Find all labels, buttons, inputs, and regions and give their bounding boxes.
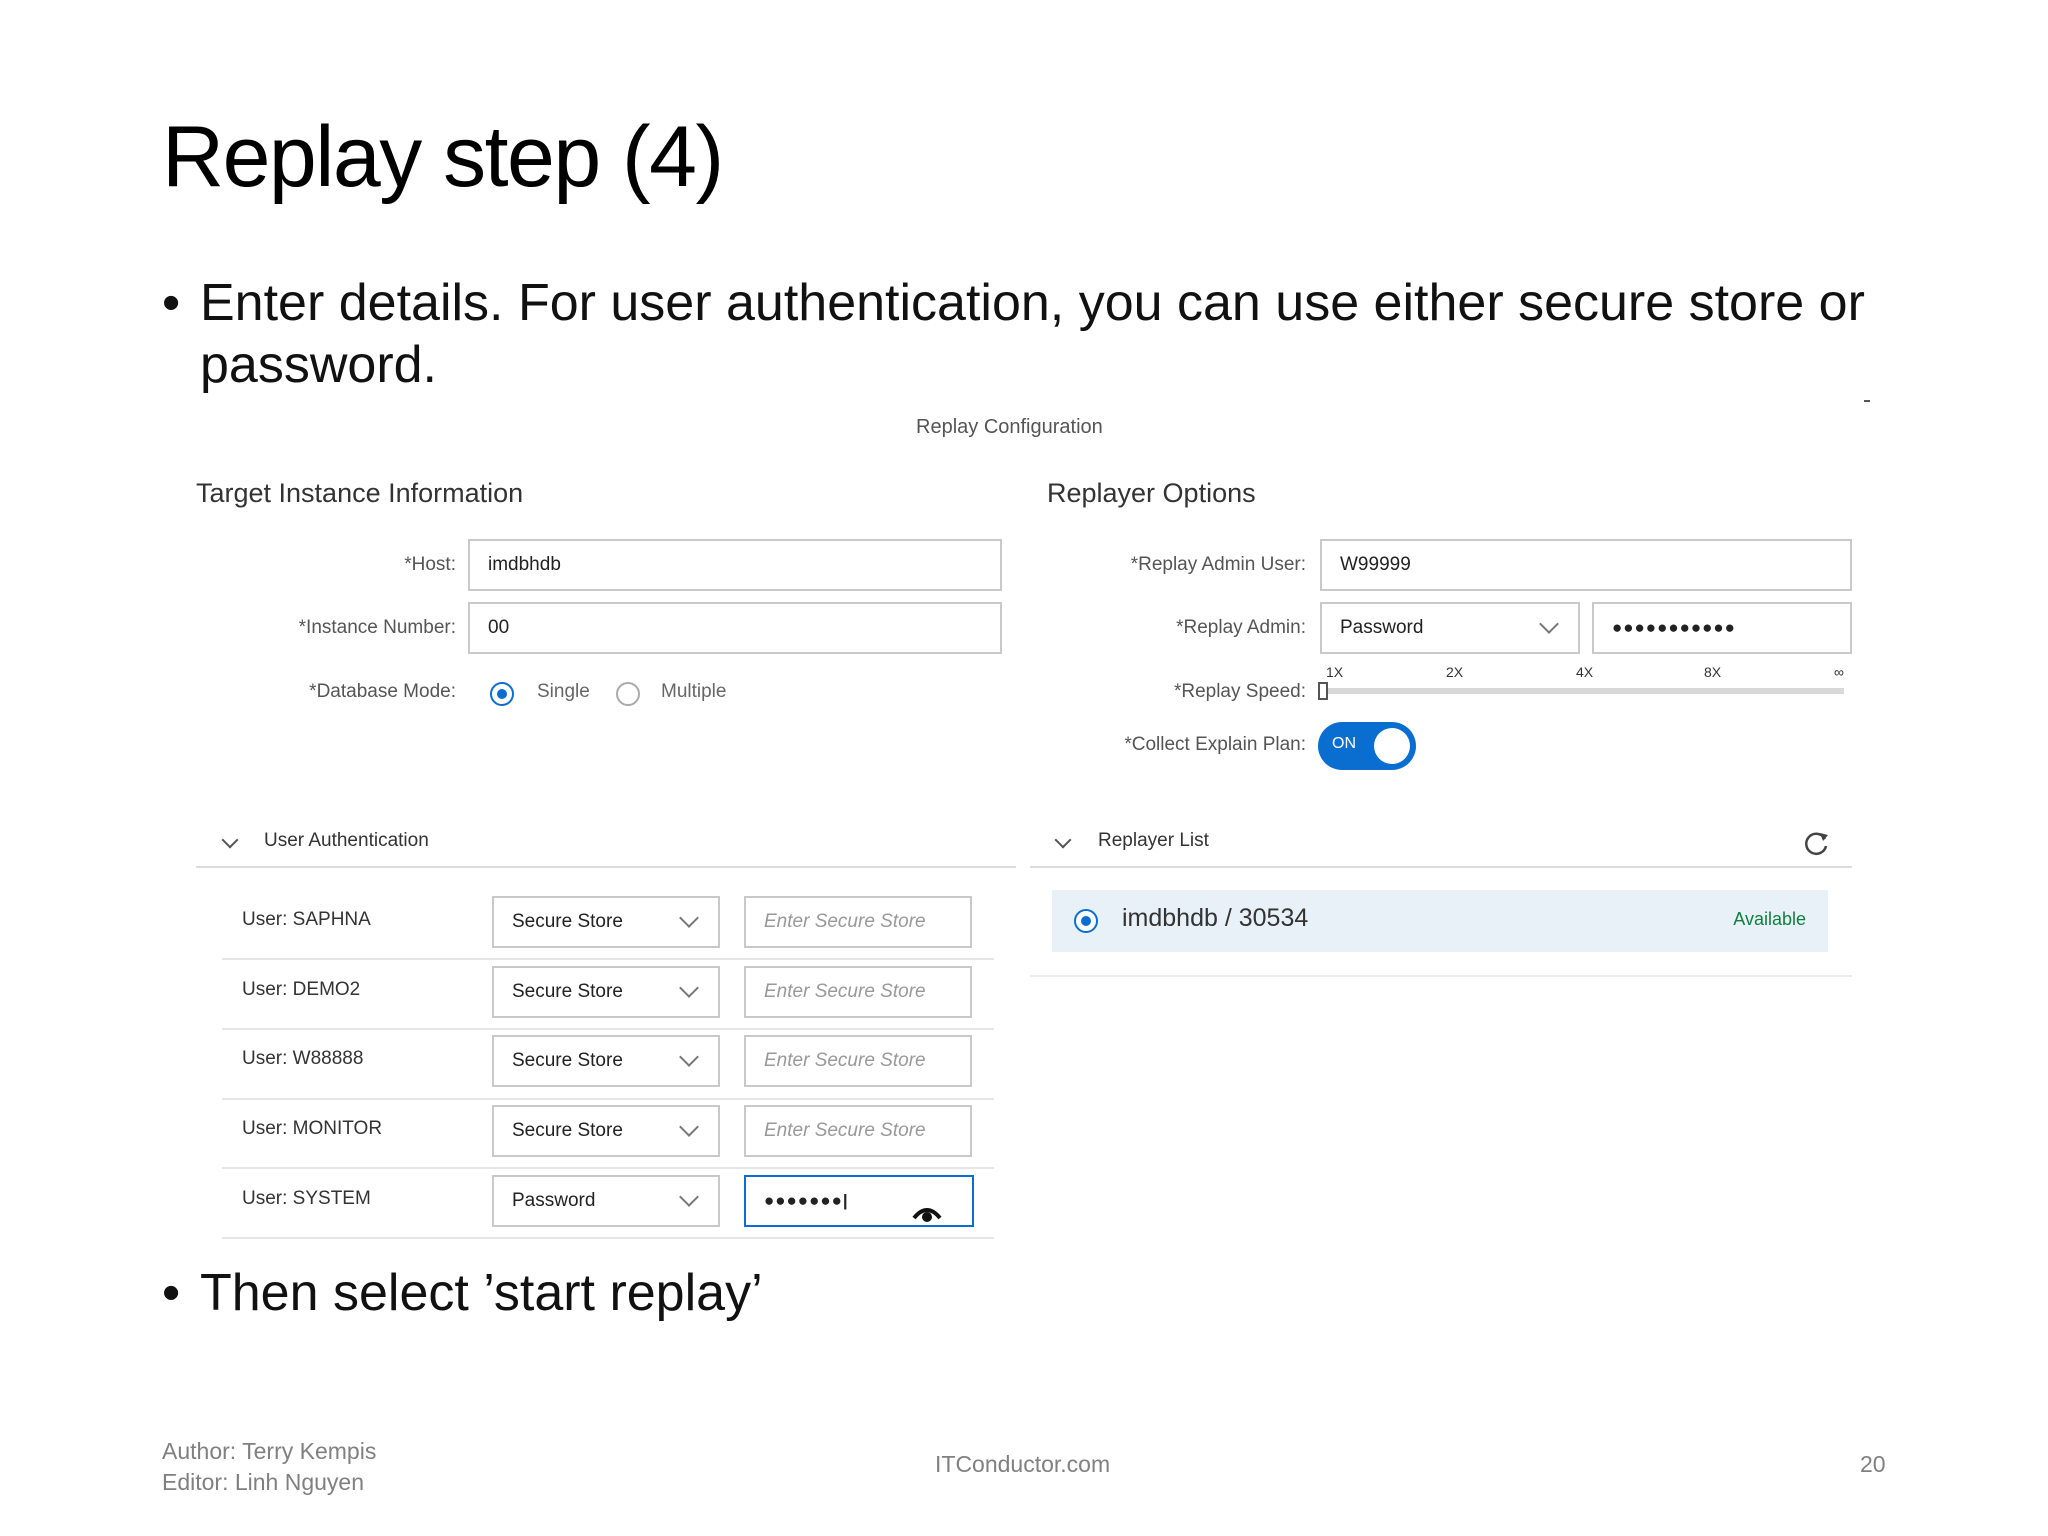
user-label: User: DEMO2 <box>242 979 361 1000</box>
auth-method-value: Secure Store <box>512 911 623 932</box>
show-password-eye-icon[interactable] <box>912 1193 942 1241</box>
footer-author: Author: Terry Kempis <box>162 1438 377 1464</box>
replayer-list-heading[interactable]: Replayer List <box>1098 830 1209 852</box>
replay-admin-label: *Replay Admin: <box>1176 617 1306 638</box>
speed-tick-infinity: ∞ <box>1834 664 1844 680</box>
toggle-knob <box>1374 728 1410 764</box>
divider <box>1030 866 1852 868</box>
secure-store-input[interactable]: Enter Secure Store <box>744 896 972 948</box>
decorative-dash <box>1864 400 1870 402</box>
collect-explain-plan-label: *Collect Explain Plan: <box>1124 734 1306 755</box>
replay-speed-label: *Replay Speed: <box>1173 681 1306 702</box>
replay-speed-slider-handle[interactable] <box>1318 682 1328 700</box>
speed-tick-2x: 2X <box>1446 664 1464 680</box>
speed-tick-4x: 4X <box>1576 664 1594 680</box>
row-divider <box>222 1167 994 1169</box>
replayer-list-collapse-icon[interactable] <box>1054 831 1072 849</box>
password-value: ●●●●●●●| <box>764 1191 849 1210</box>
chevron-down-icon <box>679 908 699 928</box>
auth-method-value: Secure Store <box>512 1120 623 1141</box>
chevron-down-icon <box>679 1187 699 1207</box>
replay-admin-type-select[interactable]: Password <box>1320 602 1580 654</box>
auth-method-select[interactable]: Secure Store <box>492 896 720 948</box>
secure-store-input[interactable]: Enter Secure Store <box>744 1105 972 1157</box>
replay-admin-user-label: *Replay Admin User: <box>1130 554 1306 575</box>
user-label: User: MONITOR <box>242 1118 383 1139</box>
mode-multiple-radio[interactable] <box>616 682 640 706</box>
row-divider <box>222 1098 994 1100</box>
row-divider <box>222 1028 994 1030</box>
bullet-dot: • <box>162 1264 181 1322</box>
replayer-options-heading: Replayer Options <box>1047 478 1256 508</box>
mode-multiple-label: Multiple <box>661 681 727 702</box>
refresh-icon[interactable] <box>1801 829 1831 864</box>
secure-store-input[interactable]: Enter Secure Store <box>744 1035 972 1087</box>
target-instance-heading: Target Instance Information <box>196 478 524 508</box>
page-number: 20 <box>1860 1451 1886 1477</box>
instance-number-input[interactable]: 00 <box>468 602 1002 654</box>
user-authentication-heading[interactable]: User Authentication <box>264 830 429 852</box>
speed-tick-1x: 1X <box>1326 664 1344 680</box>
row-divider <box>222 1237 994 1239</box>
bullet-text: Enter details. For user authentication, … <box>200 274 1865 394</box>
slide-title: Replay step (4) <box>162 109 724 205</box>
auth-method-select[interactable]: Secure Store <box>492 1105 720 1157</box>
bullet-text: Then select ’start replay’ <box>200 1264 763 1322</box>
replayer-status: Available <box>1733 909 1806 929</box>
host-input[interactable]: imdbhdb <box>468 539 1002 591</box>
toggle-state-label: ON <box>1332 735 1356 752</box>
mode-single-label: Single <box>537 681 590 702</box>
bullet-start-replay: • Then select ’start replay’ <box>162 1262 1922 1324</box>
replay-admin-user-input[interactable]: W99999 <box>1320 539 1852 591</box>
replay-speed-slider[interactable] <box>1322 688 1844 694</box>
auth-method-value: Secure Store <box>512 981 623 1002</box>
auth-method-value: Secure Store <box>512 1050 623 1071</box>
auth-method-select[interactable]: Secure Store <box>492 966 720 1018</box>
row-divider <box>222 958 994 960</box>
host-label: *Host: <box>404 554 456 575</box>
chevron-down-icon <box>1539 614 1559 634</box>
replayer-list-item[interactable]: imdbhdb / 30534 Available <box>1052 890 1828 952</box>
user-auth-collapse-icon[interactable] <box>221 831 239 849</box>
divider <box>196 866 1016 868</box>
speed-tick-8x: 8X <box>1704 664 1722 680</box>
chevron-down-icon <box>679 1117 699 1137</box>
divider <box>1030 975 1852 977</box>
mode-single-radio[interactable] <box>490 682 514 706</box>
bullet-enter-details: • Enter details. For user authentication… <box>162 272 1922 396</box>
user-label: User: SYSTEM <box>242 1188 371 1209</box>
chevron-down-icon <box>679 1047 699 1067</box>
user-label: User: SAPHNA <box>242 909 371 930</box>
replayer-name: imdbhdb / 30534 <box>1122 904 1309 932</box>
collect-explain-plan-toggle[interactable]: ON <box>1318 722 1416 770</box>
password-input[interactable]: ●●●●●●●| <box>744 1175 974 1227</box>
footer-credits: Author: Terry Kempis Editor: Linh Nguyen <box>162 1436 376 1498</box>
bullet-dot: • <box>162 274 181 332</box>
replayer-select-radio[interactable] <box>1074 909 1098 933</box>
auth-method-select[interactable]: Password <box>492 1175 720 1227</box>
replay-admin-password-input[interactable]: ●●●●●●●●●●● <box>1592 602 1852 654</box>
chevron-down-icon <box>679 978 699 998</box>
instance-number-label: *Instance Number: <box>298 617 456 638</box>
replay-admin-type-value: Password <box>1340 617 1424 638</box>
auth-method-select[interactable]: Secure Store <box>492 1035 720 1087</box>
auth-method-value: Password <box>512 1190 596 1211</box>
database-mode-label: *Database Mode: <box>309 681 456 702</box>
footer-editor: Editor: Linh Nguyen <box>162 1469 365 1495</box>
secure-store-input[interactable]: Enter Secure Store <box>744 966 972 1018</box>
configuration-title: Replay Configuration <box>916 416 1103 438</box>
user-label: User: W88888 <box>242 1048 364 1069</box>
footer-site: ITConductor.com <box>935 1451 1111 1477</box>
